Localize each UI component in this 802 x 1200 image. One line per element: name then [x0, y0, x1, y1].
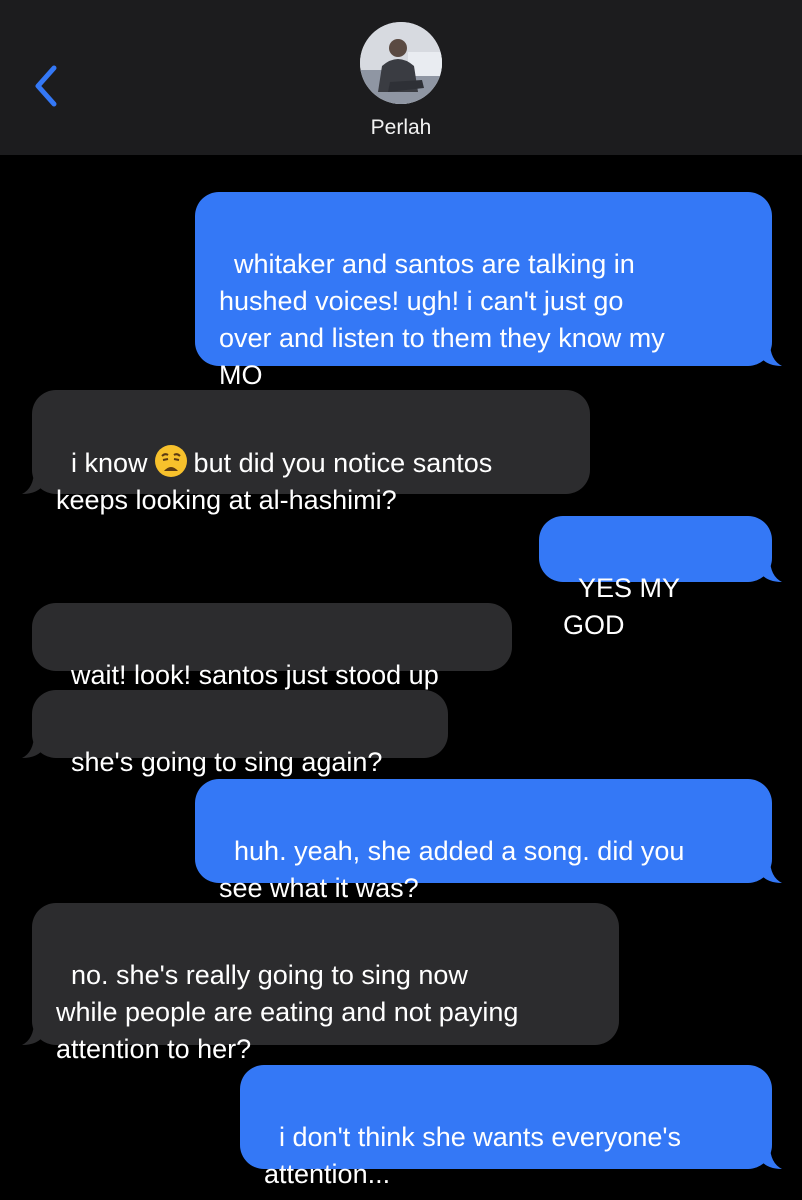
bubble-tail	[760, 558, 782, 582]
message-bubble-outgoing[interactable]: huh. yeah, she added a song. did you see…	[195, 779, 772, 903]
bubble-tail	[760, 342, 782, 366]
bubble-tail	[22, 470, 44, 494]
message-text: i don't think she wants everyone's atten…	[264, 1122, 682, 1189]
message-bubble-incoming[interactable]: no. she's really going to sing now while…	[32, 903, 619, 1064]
message-text: huh. yeah, she added a song. did you see…	[219, 836, 685, 903]
avatar-photo	[360, 22, 442, 104]
message-bubble-incoming[interactable]: i know but did you notice santos keeps l…	[32, 390, 590, 515]
message-bubble-incoming[interactable]: wait! look! santos just stood up	[32, 603, 512, 690]
message-text: no. she's really going to sing now while…	[56, 960, 519, 1064]
message-text: wait! look! santos just stood up	[71, 660, 439, 690]
bubble-tail	[22, 1021, 44, 1045]
message-text: YES MY GOD	[563, 573, 688, 640]
message-bubble-incoming[interactable]: she's going to sing again?	[32, 690, 448, 777]
message-bubble-outgoing[interactable]: YES MY GOD	[539, 516, 772, 640]
message-bubble-outgoing[interactable]: i don't think she wants everyone's atten…	[240, 1065, 772, 1189]
conversation-header: Perlah	[0, 0, 802, 155]
message-bubble-outgoing[interactable]: whitaker and santos are talking in hushe…	[195, 192, 772, 390]
contact-avatar[interactable]	[360, 22, 442, 104]
bubble-tail	[760, 1145, 782, 1169]
contact-name[interactable]: Perlah	[0, 116, 802, 140]
message-text: she's going to sing again?	[71, 747, 383, 777]
message-text: i know	[71, 448, 148, 478]
message-text: whitaker and santos are talking in hushe…	[219, 249, 665, 390]
chevron-left-icon	[35, 65, 57, 107]
bubble-tail	[22, 734, 44, 758]
weary-face-emoji-icon	[154, 445, 187, 477]
bubble-tail	[760, 859, 782, 883]
back-button[interactable]	[28, 60, 68, 112]
